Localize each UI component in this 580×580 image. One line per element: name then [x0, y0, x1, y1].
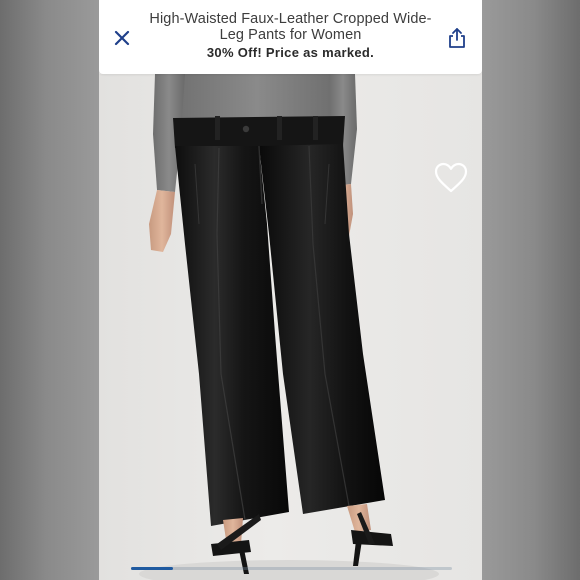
- product-image[interactable]: [99, 74, 482, 580]
- gallery-progress-fill: [131, 567, 173, 570]
- favorite-button[interactable]: [434, 162, 468, 194]
- promo-text: 30% Off! Price as marked.: [206, 45, 375, 60]
- share-button[interactable]: [446, 26, 468, 50]
- product-detail-screen: High-Waisted Faux-Leather Cropped Wide-L…: [99, 0, 482, 580]
- heart-outline-icon: [434, 162, 468, 193]
- product-header: High-Waisted Faux-Leather Cropped Wide-L…: [99, 0, 482, 74]
- close-button[interactable]: [111, 27, 133, 49]
- close-icon: [114, 30, 130, 46]
- product-title: High-Waisted Faux-Leather Cropped Wide-L…: [149, 11, 432, 43]
- gallery-progress-bar: [131, 567, 452, 570]
- share-icon: [449, 28, 465, 48]
